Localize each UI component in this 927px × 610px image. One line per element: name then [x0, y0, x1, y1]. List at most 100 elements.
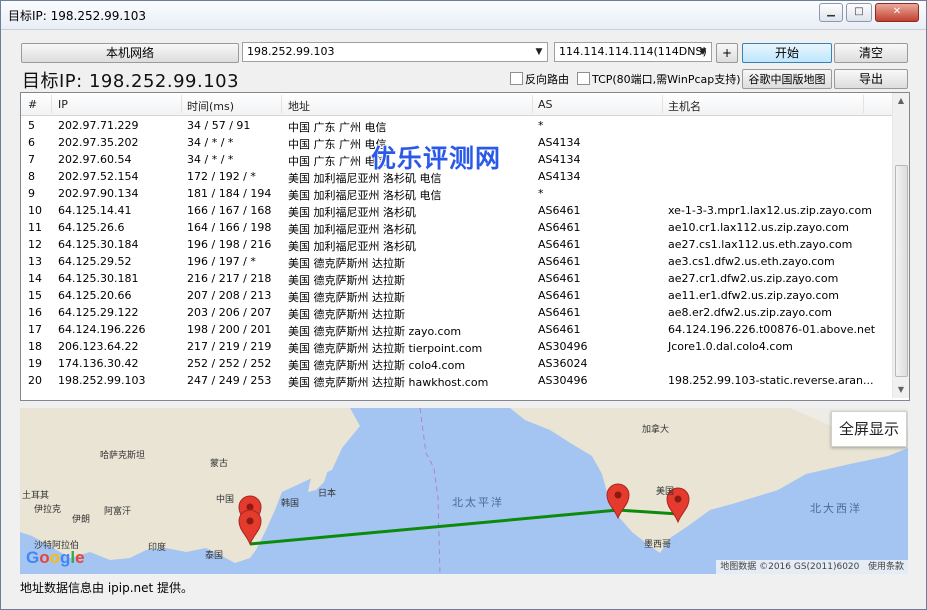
cell-hostname: Jcore1.0.dal.colo4.com	[668, 340, 793, 353]
cell-time: 166 / 167 / 168	[187, 204, 272, 217]
table-row[interactable]: 18 206.123.64.22 217 / 219 / 219 美国 德克萨斯州 达…	[21, 337, 893, 355]
cell-hostname: ae11.er1.dfw2.us.zip.zayo.com	[668, 289, 839, 302]
cell-as: AS4134	[538, 153, 581, 166]
scrollbar-thumb[interactable]	[895, 165, 908, 377]
local-network-button[interactable]: 本机网络	[21, 43, 239, 63]
chevron-down-icon[interactable]: ▼	[531, 43, 547, 61]
cell-index: 5	[28, 119, 35, 132]
cell-hostname: ae8.er2.dfw2.us.zip.zayo.com	[668, 306, 833, 319]
cell-ip: 64.125.20.66	[58, 289, 132, 302]
column-header-ip[interactable]: IP	[58, 98, 68, 111]
cell-as: *	[538, 187, 544, 200]
map-label-japan: 日本	[318, 489, 337, 499]
map-label-canada: 加拿大	[642, 425, 670, 435]
map-pin-dot	[246, 503, 254, 511]
fullscreen-button[interactable]: 全屏显示	[831, 411, 907, 447]
date-line	[419, 408, 441, 574]
cell-ip: 202.97.71.229	[58, 119, 139, 132]
dns-select[interactable]: 114.114.114.114(114DNS) ▼	[554, 42, 712, 62]
export-button[interactable]: 导出	[834, 69, 908, 89]
cell-as: AS6461	[538, 255, 581, 268]
tcp-label: TCP(80端口,需WinPcap支持)	[592, 73, 741, 86]
maximize-button[interactable]: □	[846, 3, 872, 22]
cell-index: 17	[28, 323, 42, 336]
cell-as: AS4134	[538, 136, 581, 149]
tcp-checkbox[interactable]: TCP(80端口,需WinPcap支持)	[577, 71, 741, 87]
table-row[interactable]: 13 64.125.29.52 196 / 197 / * 美国 德克萨斯州 达拉斯 A…	[21, 252, 893, 270]
target-ip-value: 198.252.99.103	[247, 45, 335, 58]
checkbox-icon[interactable]	[510, 72, 523, 85]
cell-as: AS30496	[538, 374, 588, 387]
cell-ip: 64.125.30.184	[58, 238, 139, 251]
map-label-kazakhstan: 哈萨克斯坦	[100, 451, 146, 461]
cell-time: 172 / 192 / *	[187, 170, 256, 183]
cell-ip: 64.125.29.122	[58, 306, 139, 319]
table-row[interactable]: 11 64.125.26.6 164 / 166 / 198 美国 加利福尼亚州 洛杉…	[21, 218, 893, 236]
table-row[interactable]: 12 64.125.30.184 196 / 198 / 216 美国 加利福尼亚州 …	[21, 235, 893, 253]
cell-ip: 64.125.29.52	[58, 255, 132, 268]
cell-index: 13	[28, 255, 42, 268]
map-label-korea: 韩国	[281, 499, 300, 509]
cell-time: 181 / 184 / 194	[187, 187, 272, 200]
column-header-time[interactable]: 时间(ms)	[187, 98, 234, 114]
map-label-turkey: 土耳其	[22, 491, 50, 501]
reverse-route-checkbox[interactable]: 反向路由	[510, 71, 569, 87]
checkbox-icon[interactable]	[577, 72, 590, 85]
table-row[interactable]: 15 64.125.20.66 207 / 208 / 213 美国 德克萨斯州 达拉…	[21, 286, 893, 304]
cell-time: 207 / 208 / 213	[187, 289, 272, 302]
map-label-iran: 伊朗	[72, 515, 91, 525]
table-row[interactable]: 10 64.125.14.41 166 / 167 / 168 美国 加利福尼亚州 洛…	[21, 201, 893, 219]
table-row[interactable]: 14 64.125.30.181 216 / 217 / 218 美国 德克萨斯州 达…	[21, 269, 893, 287]
google-logo: Google	[26, 548, 85, 567]
cell-as: AS6461	[538, 221, 581, 234]
column-header-as[interactable]: AS	[538, 98, 553, 111]
map-label-afghanistan: 阿富汗	[104, 507, 132, 517]
column-header-address[interactable]: 地址	[288, 98, 310, 114]
close-button[interactable]: ✕	[875, 3, 919, 22]
scroll-down-icon[interactable]: ▼	[893, 382, 909, 398]
cell-time: 164 / 166 / 198	[187, 221, 272, 234]
cell-hostname: ae10.cr1.lax112.us.zip.zayo.com	[668, 221, 849, 234]
map-pin-dot	[246, 517, 254, 525]
cell-as: AS4134	[538, 170, 581, 183]
target-ip-combobox[interactable]: 198.252.99.103 ▼	[242, 42, 548, 62]
vertical-scrollbar[interactable]: ▲ ▼	[892, 93, 909, 398]
cell-time: 198 / 200 / 201	[187, 323, 272, 336]
cell-index: 16	[28, 306, 42, 319]
table-row[interactable]: 5 202.97.71.229 34 / 57 / 91 中国 广东 广州 电信 *	[21, 116, 893, 134]
cell-index: 8	[28, 170, 35, 183]
map-label-north-pacific: 北太平洋	[452, 496, 504, 509]
map-label-thailand: 泰国	[205, 551, 224, 561]
cell-ip: 202.97.90.134	[58, 187, 139, 200]
minimize-button[interactable]: ▁	[819, 3, 843, 22]
column-header-index[interactable]: #	[28, 98, 37, 111]
cell-as: AS30496	[538, 340, 588, 353]
map-attribution: 地图数据 ©2016 GS(2011)6020 使用条款	[716, 560, 908, 574]
cell-index: 20	[28, 374, 42, 387]
route-map[interactable]: 哈萨克斯坦 蒙古 中国 韩国 日本 土耳其 伊拉克 伊朗 阿富汗 沙特阿拉伯 印…	[20, 408, 908, 574]
table-row[interactable]: 20 198.252.99.103 247 / 249 / 253 美国 德克萨斯州 …	[21, 371, 893, 389]
table-row[interactable]: 17 64.124.196.226 198 / 200 / 201 美国 德克萨斯州 …	[21, 320, 893, 338]
cell-as: *	[538, 119, 544, 132]
google-map-button[interactable]: 谷歌中国版地图	[742, 69, 832, 89]
column-header-hostname[interactable]: 主机名	[668, 98, 701, 114]
start-button[interactable]: 开始	[742, 43, 832, 63]
scroll-up-icon[interactable]: ▲	[893, 93, 909, 109]
cell-index: 11	[28, 221, 42, 234]
cell-index: 10	[28, 204, 42, 217]
cell-hostname: xe-1-3-3.mpr1.lax12.us.zip.zayo.com	[668, 204, 872, 217]
clear-button[interactable]: 清空	[834, 43, 908, 63]
map-pin-dot	[614, 491, 622, 499]
cell-ip: 202.97.35.202	[58, 136, 139, 149]
cell-ip: 64.125.26.6	[58, 221, 125, 234]
cell-index: 15	[28, 289, 42, 302]
cell-time: 252 / 252 / 252	[187, 357, 272, 370]
cell-as: AS6461	[538, 289, 581, 302]
table-row[interactable]: 16 64.125.29.122 203 / 206 / 207 美国 德克萨斯州 达…	[21, 303, 893, 321]
terms-link[interactable]: 使用条款	[868, 562, 904, 572]
chevron-down-icon[interactable]: ▼	[695, 43, 711, 61]
table-row[interactable]: 19 174.136.30.42 252 / 252 / 252 美国 德克萨斯州 达…	[21, 354, 893, 372]
table-row[interactable]: 9 202.97.90.134 181 / 184 / 194 美国 加利福尼亚州 洛…	[21, 184, 893, 202]
add-dns-button[interactable]: +	[716, 43, 738, 63]
cell-as: AS6461	[538, 306, 581, 319]
